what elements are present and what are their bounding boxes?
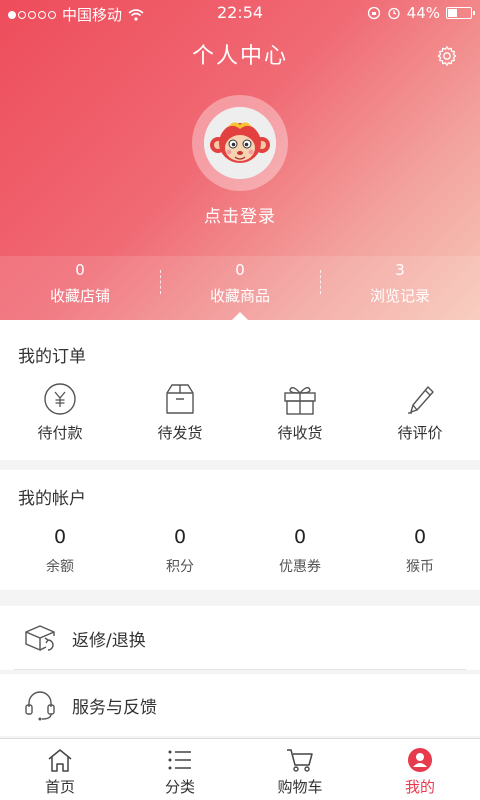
stat-divider (160, 270, 161, 294)
list-icon (168, 750, 191, 770)
tab-label: 分类 (164, 778, 195, 796)
account-points[interactable]: 0 积分 (120, 526, 240, 576)
home-icon (48, 749, 72, 772)
stat-value: 3 (395, 261, 405, 279)
tab-label: 首页 (44, 778, 75, 796)
battery-icon (446, 7, 475, 19)
tab-cart[interactable]: 购物车 (240, 739, 360, 800)
account-value: 0 (53, 526, 67, 548)
account-label: 积分 (166, 559, 194, 575)
monkey-avatar-icon (204, 107, 276, 179)
account-section: 我的帐户 0 余额 0 积分 0 优惠券 0 猴币 (0, 470, 480, 590)
tab-label: 我的 (404, 778, 435, 796)
battery-percent: 44% (406, 4, 440, 22)
status-bar: 中国移动 22:54 44% (0, 0, 480, 26)
gear-icon[interactable] (436, 45, 458, 67)
return-box-icon (25, 625, 55, 652)
order-pending-receipt[interactable]: 待收货 (240, 382, 360, 443)
alarm-icon (388, 7, 400, 20)
stat-value: 0 (75, 261, 85, 279)
stat-label: 收藏商品 (209, 287, 270, 305)
stat-browse-history[interactable]: 3 浏览记录 (320, 256, 480, 320)
orders-title: 我的订单 (18, 347, 86, 367)
gift-icon (284, 386, 316, 415)
account-label: 猴币 (406, 559, 434, 575)
headset-icon (25, 691, 55, 721)
stat-divider (320, 270, 321, 294)
stat-favorite-products[interactable]: 0 收藏商品 (160, 256, 320, 320)
avatar[interactable] (192, 95, 288, 191)
account-coupons[interactable]: 0 优惠券 (240, 526, 360, 576)
profile-header: 中国移动 22:54 44% 个人中心 点击登录 0 收藏店铺 0 收藏商品 3… (0, 0, 480, 324)
tab-category[interactable]: 分类 (120, 739, 240, 800)
order-label: 待收货 (277, 424, 323, 442)
stat-label: 浏览记录 (369, 287, 430, 305)
stat-label: 收藏店铺 (49, 287, 110, 305)
order-pending-payment[interactable]: 待付款 (0, 382, 120, 443)
menu-item-returns[interactable]: 返修/退换 (0, 606, 480, 670)
account-title: 我的帐户 (18, 489, 86, 509)
tab-home[interactable]: 首页 (0, 739, 120, 800)
account-label: 优惠券 (279, 559, 321, 575)
order-label: 待发货 (157, 424, 203, 442)
account-label: 余额 (46, 559, 74, 575)
page-title: 个人中心 (191, 44, 288, 69)
pen-icon (408, 386, 434, 414)
orders-section: 我的订单 待付款 待发货 待收货 待评价 (0, 320, 480, 460)
account-value: 0 (413, 526, 427, 548)
order-pending-review[interactable]: 待评价 (360, 382, 480, 443)
rotation-lock-icon (367, 6, 380, 20)
box-icon (166, 384, 194, 414)
menu-label: 服务与反馈 (72, 697, 157, 718)
tab-label: 购物车 (277, 778, 323, 796)
order-label: 待评价 (397, 424, 443, 442)
menu-item-service-feedback[interactable]: 服务与反馈 (0, 674, 480, 736)
divider (14, 669, 466, 670)
cart-icon (287, 749, 313, 772)
login-link[interactable]: 点击登录 (0, 202, 480, 227)
account-value: 0 (173, 526, 187, 548)
tab-mine[interactable]: 我的 (360, 739, 480, 800)
account-balance[interactable]: 0 余额 (0, 526, 120, 576)
account-value: 0 (293, 526, 307, 548)
account-monkey-coins[interactable]: 0 猴币 (360, 526, 480, 576)
yuan-coin-icon (44, 383, 76, 415)
order-pending-shipment[interactable]: 待发货 (120, 382, 240, 443)
user-icon (408, 748, 432, 772)
stat-favorite-shops[interactable]: 0 收藏店铺 (0, 256, 160, 320)
bottom-tab-bar: 首页 分类 购物车 我的 (0, 738, 480, 800)
menu-label: 返修/退换 (72, 630, 146, 651)
stats-bar: 0 收藏店铺 0 收藏商品 3 浏览记录 (0, 256, 480, 320)
stat-value: 0 (235, 261, 245, 279)
order-label: 待付款 (37, 424, 83, 442)
